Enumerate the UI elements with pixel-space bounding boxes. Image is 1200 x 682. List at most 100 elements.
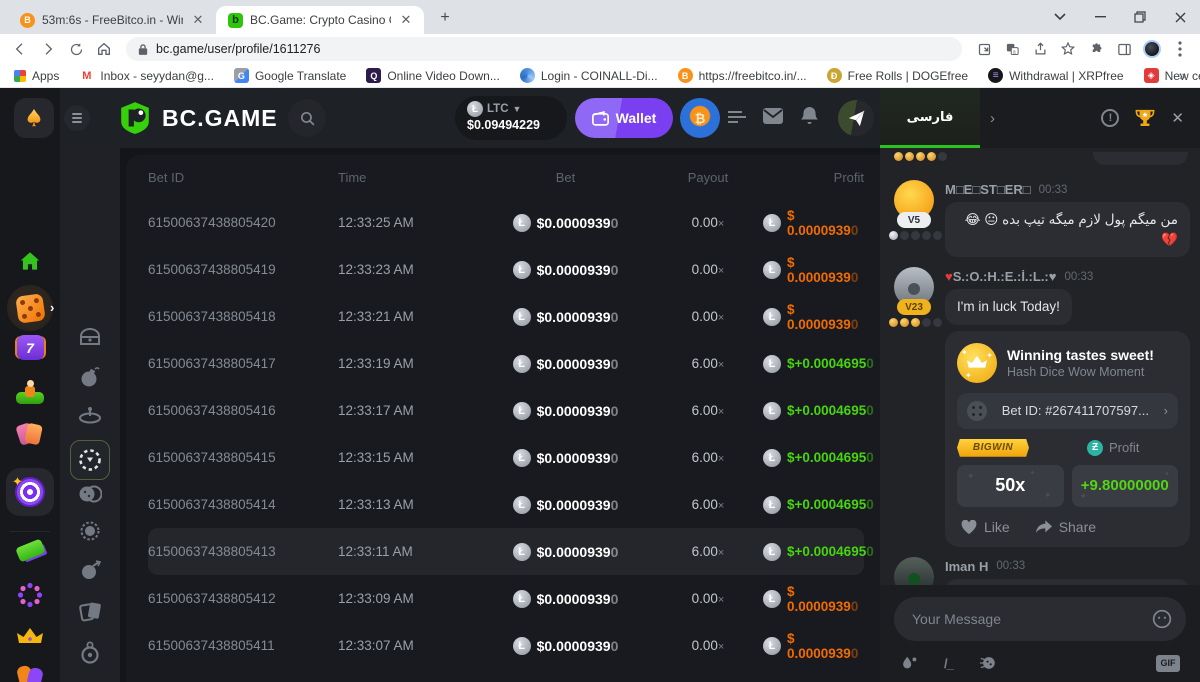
restore-icon[interactable] [1120, 0, 1160, 34]
table-row[interactable]: 6150063743880541412:33:13 AMŁ$0.00009390… [148, 481, 864, 528]
open-in-icon[interactable] [972, 37, 996, 61]
back-icon[interactable] [8, 37, 32, 61]
table-row[interactable]: 6150063743880541812:33:21 AMŁ$0.00009390… [148, 293, 864, 340]
game-item-cards[interactable] [60, 600, 120, 622]
username[interactable]: Iman H [945, 559, 988, 574]
bigwin-ribbon: BIGWIN [957, 439, 1029, 457]
table-row[interactable]: 6150063743880541712:33:19 AMŁ$0.00009390… [148, 340, 864, 387]
browser-chrome: 53m:6s - FreeBitco.in - Win free b ✕ BC.… [0, 0, 1200, 88]
tab-search-icon[interactable] [1040, 0, 1080, 34]
table-row[interactable]: 6150063743880541912:33:23 AMŁ$0.00009390… [148, 246, 864, 293]
spade-logo-tile[interactable] [14, 98, 54, 138]
avatar[interactable] [894, 557, 934, 585]
chat-rules-icon[interactable]: ! [1101, 109, 1119, 127]
emoji-icon[interactable] [1152, 609, 1172, 629]
table-row[interactable]: 6150063743880541112:33:07 AMŁ$0.00009390… [148, 622, 864, 669]
tab-close-icon[interactable]: ✕ [398, 12, 414, 28]
table-row[interactable]: 6150063743880541612:33:17 AMŁ$0.00009390… [148, 387, 864, 434]
username[interactable]: ♥S.:O.:H.:E.:İ.:L.:♥ [945, 269, 1056, 284]
address-bar[interactable]: bc.game/user/profile/1611276 [126, 37, 962, 61]
forward-icon[interactable] [36, 37, 60, 61]
tab-close-icon[interactable]: ✕ [190, 12, 206, 28]
extensions-icon[interactable] [1084, 37, 1108, 61]
sidebar-item-originals[interactable]: ✦ [0, 468, 60, 516]
collapse-menu-button[interactable] [64, 105, 90, 131]
bcgame-logo[interactable]: BC.GAME [118, 101, 278, 135]
win-card-bet-id[interactable]: Bet ID: #267411707597... › [957, 393, 1178, 429]
chat-toggle-button[interactable] [838, 100, 874, 136]
rail-expand-chevron-icon[interactable]: › [50, 300, 54, 315]
username[interactable]: M□E□ST□ER□ [945, 182, 1031, 197]
bet-cell: Ł$0.00009390 [478, 543, 653, 561]
bookmark-item[interactable]: New century [1144, 68, 1200, 83]
bookmark-item[interactable]: https://freebitco.in/... [678, 68, 807, 83]
sidebar-item-promotions[interactable] [0, 423, 60, 447]
close-window-icon[interactable] [1160, 0, 1200, 34]
table-row[interactable]: 6150063743880541312:33:11 AMŁ$0.00009390… [148, 528, 864, 575]
wallet-button[interactable]: Wallet [575, 98, 673, 138]
translate-icon[interactable]: a [1000, 37, 1024, 61]
sidebar-item-home[interactable] [0, 248, 60, 274]
gif-button[interactable]: GIF [1156, 655, 1180, 672]
user-avatar[interactable]: ₿ [680, 98, 720, 138]
bookmark-item[interactable]: Login - COINALL-Di... [520, 68, 658, 83]
game-item-chest[interactable] [60, 328, 120, 346]
trophy-icon[interactable] [1135, 108, 1155, 128]
bookmark-item[interactable]: Online Video Down... [366, 68, 500, 83]
browser-menu-icon[interactable] [1168, 37, 1192, 61]
table-row[interactable]: 6150063743880541212:33:09 AMŁ$0.00009390… [148, 575, 864, 622]
table-row[interactable]: 6150063743880542012:33:25 AMŁ$0.00009390… [148, 199, 864, 246]
ltc-coin-icon: Ł [513, 214, 531, 232]
sidebar-item-lottery[interactable] [0, 582, 60, 608]
game-item-bomb[interactable] [60, 366, 120, 388]
game-item-coins[interactable] [60, 484, 120, 504]
reload-icon[interactable] [64, 37, 88, 61]
sidebar-item-vip[interactable] [0, 625, 60, 647]
like-button[interactable]: Like [961, 519, 1010, 535]
chat-close-icon[interactable]: ✕ [1171, 109, 1184, 127]
bookmark-item[interactable]: Google Translate [234, 68, 346, 83]
bookmark-item[interactable]: Free Rolls | DOGEfree [827, 68, 968, 83]
table-row[interactable]: 6150063743880541512:33:15 AMŁ$0.00009390… [148, 434, 864, 481]
bookmark-item[interactable]: Withdrawal | XRPfree [988, 68, 1124, 83]
coin-rain-icon[interactable] [900, 654, 918, 672]
game-item-plinko[interactable] [60, 406, 120, 424]
mail-icon[interactable] [762, 107, 784, 125]
share-button[interactable]: Share [1036, 519, 1096, 535]
sidebar-item-bingo[interactable] [0, 378, 60, 404]
message-input[interactable] [912, 611, 1152, 627]
search-button[interactable] [288, 99, 326, 137]
bookmark-star-icon[interactable] [1056, 37, 1080, 61]
new-tab-button[interactable]: + [432, 5, 458, 31]
minimize-icon[interactable] [1080, 0, 1120, 34]
game-item-hashdice-selected[interactable] [60, 440, 120, 480]
game-item-wreckingball[interactable] [60, 560, 120, 580]
sidebar-item-sports[interactable] [0, 543, 60, 558]
balance-selector[interactable]: Ł LTC ▼ $0.09494229 [455, 96, 567, 140]
side-panel-icon[interactable] [1112, 37, 1136, 61]
dice-throw-icon[interactable] [979, 654, 997, 672]
home-icon[interactable] [92, 37, 116, 61]
tab-bcgame[interactable]: BC.Game: Crypto Casino Games & ✕ [216, 6, 424, 34]
sidebar-item-social[interactable] [0, 665, 60, 682]
ltc-coin-icon: Ł [763, 449, 781, 467]
ltc-coin-icon: Ł [763, 214, 781, 232]
bookmark-item[interactable]: Inbox - seyydan@g... [79, 68, 214, 83]
masks-icon [16, 665, 44, 682]
chat-language-tab[interactable]: فارسی [880, 88, 980, 148]
tab-freebitco[interactable]: 53m:6s - FreeBitco.in - Win free b ✕ [8, 6, 216, 34]
bookmarks-overflow-icon[interactable]: » [1179, 68, 1186, 83]
notifications-bell-icon[interactable] [800, 106, 819, 126]
betslip-menu-icon[interactable] [728, 110, 746, 124]
slash-command-icon[interactable]: /_ [944, 656, 953, 671]
dice-badge-icon [967, 401, 987, 421]
sidebar-item-slots[interactable]: 7 [0, 335, 60, 360]
game-item-medal[interactable] [60, 641, 120, 664]
profile-avatar[interactable] [1140, 37, 1164, 61]
game-item-lion[interactable] [60, 520, 120, 542]
game-item-sword[interactable] [60, 678, 120, 682]
language-chevron-icon[interactable]: › [990, 110, 995, 127]
payout-cell: 6.00× [653, 544, 763, 559]
bookmark-item[interactable]: Apps [14, 69, 59, 83]
share-icon[interactable] [1028, 37, 1052, 61]
